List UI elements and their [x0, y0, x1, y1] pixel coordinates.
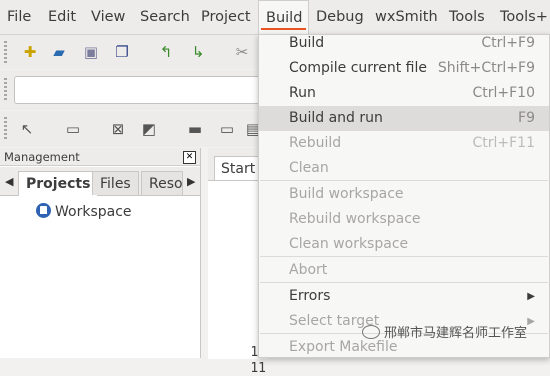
shortcut: Shift+Ctrl+F9 [437, 60, 535, 76]
menu-wxsmith[interactable]: wxSmith [375, 0, 438, 34]
toolbar-grip[interactable] [4, 41, 7, 63]
box-sizer-icon[interactable]: ▭ [218, 120, 236, 138]
undo-icon[interactable]: ↰ [157, 43, 175, 61]
menu-edit[interactable]: Edit [48, 0, 76, 34]
save-all-icon[interactable]: ❐ [113, 43, 131, 61]
menu-separator [260, 282, 548, 283]
workspace-icon [36, 203, 51, 218]
workspace-label: Workspace [55, 204, 132, 220]
pointer-icon[interactable]: ↖ [18, 120, 36, 138]
open-folder-icon[interactable]: ▰ [50, 43, 68, 61]
shortcut: Ctrl+F10 [472, 85, 535, 101]
close-icon[interactable]: ✕ [183, 151, 196, 164]
build-menu: Build Ctrl+F9 Compile current file Shift… [258, 34, 550, 358]
menu-item-clean[interactable]: Clean [259, 156, 549, 181]
submenu-arrow-icon: ▶ [527, 291, 535, 302]
menu-item-build-and-run[interactable]: Build and run F9 [259, 106, 549, 131]
save-icon[interactable]: ▣ [82, 43, 100, 61]
menu-separator [260, 180, 548, 181]
menu-debug[interactable]: Debug [316, 0, 364, 34]
menu-item-build-workspace[interactable]: Build workspace [259, 182, 549, 207]
menu-item-rebuild[interactable]: Rebuild Ctrl+F11 [259, 131, 549, 156]
menu-item-compile-current-file[interactable]: Compile current file Shift+Ctrl+F9 [259, 56, 549, 81]
line-number: 11 [250, 361, 266, 376]
sizer-icon[interactable]: ▬ [186, 120, 204, 138]
menu-tools[interactable]: Tools [449, 0, 485, 34]
toolbar-grip[interactable] [4, 117, 7, 139]
menu-item-clean-workspace[interactable]: Clean workspace [259, 232, 549, 257]
watermark-text: 邢郸市马建辉名师工作室 [384, 326, 528, 341]
cut-icon[interactable]: ✂ [233, 43, 251, 61]
menu-build[interactable]: Build [258, 0, 309, 34]
tab-files[interactable]: Files [92, 171, 139, 195]
dialog-icon[interactable]: ◩ [140, 120, 158, 138]
menu-item-rebuild-workspace[interactable]: Rebuild workspace [259, 207, 549, 232]
panel-icon[interactable]: ▭ [64, 120, 82, 138]
management-tabs: ◀ Projects Files Reso ▶ [0, 167, 200, 196]
wxsmith-toolbar: ↖ ▭ ⊠ ◩ ▬ ▭ ▤ [0, 111, 260, 147]
toolbar-grip[interactable] [4, 78, 7, 102]
menu-item-build[interactable]: Build Ctrl+F9 [259, 31, 549, 56]
tab-projects[interactable]: Projects [18, 171, 99, 196]
shortcut: F9 [518, 110, 535, 126]
watermark: 邢郸市马建辉名师工作室 [362, 322, 527, 341]
menubar: File Edit View Search Project Build Debu… [0, 0, 550, 35]
tab-scroll-right-icon[interactable]: ▶ [187, 175, 195, 188]
management-title: Management [0, 148, 200, 166]
menu-search[interactable]: Search [140, 0, 190, 34]
tab-resources[interactable]: Reso [141, 171, 183, 195]
code-completion-combo[interactable] [14, 76, 264, 104]
menu-separator [260, 256, 548, 257]
tab-scroll-left-icon[interactable]: ◀ [5, 175, 13, 188]
menu-view[interactable]: View [91, 0, 125, 34]
menu-item-abort[interactable]: Abort [259, 258, 549, 283]
shortcut: Ctrl+F9 [481, 35, 535, 51]
menu-file[interactable]: File [7, 0, 31, 34]
redo-icon[interactable]: ↳ [189, 43, 207, 61]
new-file-icon[interactable]: ✚ [21, 43, 39, 61]
submenu-arrow-icon: ▶ [527, 316, 535, 327]
menu-item-errors[interactable]: Errors ▶ [259, 284, 549, 309]
frame-icon[interactable]: ⊠ [109, 120, 127, 138]
workspace-node[interactable]: Workspace [36, 203, 132, 221]
menu-tools-plus[interactable]: Tools+ [500, 0, 548, 34]
wechat-icon [362, 325, 380, 339]
management-panel: Management ✕ ◀ Projects Files Reso ▶ Wor… [0, 148, 201, 358]
shortcut: Ctrl+F11 [472, 135, 535, 151]
menu-item-run[interactable]: Run Ctrl+F10 [259, 81, 549, 106]
main-toolbar: ✚ ▰ ▣ ❐ ↰ ↳ ✂ [0, 35, 260, 69]
menu-project[interactable]: Project [201, 0, 251, 34]
